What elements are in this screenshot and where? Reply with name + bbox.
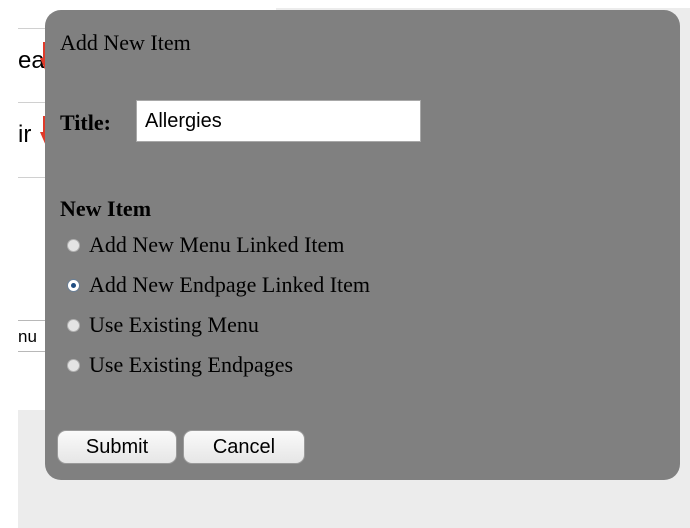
option-add-new-menu-linked-item[interactable]: Add New Menu Linked Item xyxy=(67,232,344,258)
option-label: Add New Endpage Linked Item xyxy=(89,272,371,297)
radio-button[interactable] xyxy=(67,358,80,372)
option-label: Use Existing Menu xyxy=(89,312,259,337)
option-label: Use Existing Endpages xyxy=(89,352,294,377)
submit-button[interactable]: Submit xyxy=(57,430,177,464)
background-text-fragment: ir xyxy=(18,121,32,148)
option-use-existing-menu[interactable]: Use Existing Menu xyxy=(67,312,259,338)
title-input[interactable] xyxy=(136,100,421,142)
add-new-item-dialog: Add New Item Title: New Item Add New Men… xyxy=(45,10,680,480)
option-add-new-endpage-linked-item[interactable]: Add New Endpage Linked Item xyxy=(67,272,370,298)
radio-button-selected[interactable] xyxy=(67,278,80,292)
option-label: Add New Menu Linked Item xyxy=(89,232,345,257)
cancel-button[interactable]: Cancel xyxy=(183,430,305,464)
radio-button[interactable] xyxy=(67,238,80,252)
option-use-existing-endpages[interactable]: Use Existing Endpages xyxy=(67,352,293,378)
new-item-heading: New Item xyxy=(60,196,152,221)
dialog-title: Add New Item xyxy=(60,30,191,55)
title-field-label: Title: xyxy=(60,110,111,135)
radio-button[interactable] xyxy=(67,318,80,332)
background-menu-label: nu xyxy=(18,327,37,346)
